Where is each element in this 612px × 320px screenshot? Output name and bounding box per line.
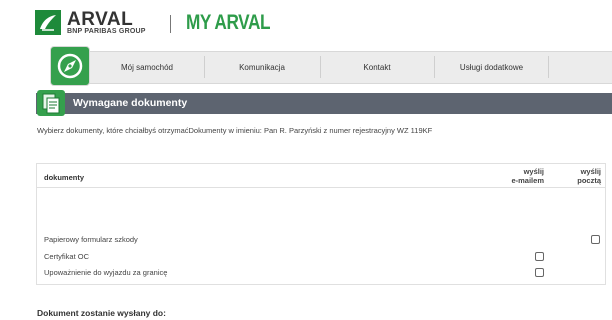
- app-title: MY ARVAL: [186, 11, 271, 34]
- email-checkbox[interactable]: [535, 252, 544, 261]
- email-checkbox[interactable]: [535, 268, 544, 277]
- brand-name: ARVAL: [67, 9, 134, 30]
- compass-icon: [57, 53, 83, 79]
- nav-item-communication[interactable]: Komunikacja: [205, 52, 319, 83]
- column-header-email: wyślij e-mailem: [494, 167, 544, 185]
- column-header-post-line1: wyślij: [580, 167, 601, 176]
- nav-item-additional-services[interactable]: Usługi dodatkowe: [435, 52, 548, 83]
- brand-divider: [170, 15, 171, 33]
- nav-separator: [548, 56, 549, 78]
- home-nav-button[interactable]: [50, 46, 90, 86]
- table-row-label: Certyfikat OC: [44, 252, 90, 261]
- table-header-divider: [37, 187, 605, 188]
- delivery-section-title: Dokument zostanie wysłany do:: [37, 308, 166, 318]
- column-header-post-line2: pocztą: [577, 176, 601, 185]
- brand-subtitle: BNP PARIBAS GROUP: [67, 28, 146, 35]
- column-header-post: wyślij pocztą: [551, 167, 601, 185]
- column-header-documents: dokumenty: [44, 173, 85, 182]
- documents-icon: [37, 90, 65, 116]
- table-row-label: Papierowy formularz szkody: [44, 235, 138, 244]
- post-checkbox[interactable]: [591, 235, 600, 244]
- nav-item-contact[interactable]: Kontakt: [321, 52, 433, 83]
- table-row-label: Upoważnienie do wyjazdu za granicę: [44, 268, 168, 277]
- column-header-email-line2: e-mailem: [511, 176, 544, 185]
- nav-item-my-car[interactable]: Mój samochód: [92, 52, 202, 83]
- arval-logo-icon: [35, 10, 61, 35]
- intro-text: Wybierz dokumenty, które chciałbyś otrzy…: [37, 126, 433, 135]
- page-title: Wymagane dokumenty: [73, 97, 188, 109]
- column-header-email-line1: wyślij: [523, 167, 544, 176]
